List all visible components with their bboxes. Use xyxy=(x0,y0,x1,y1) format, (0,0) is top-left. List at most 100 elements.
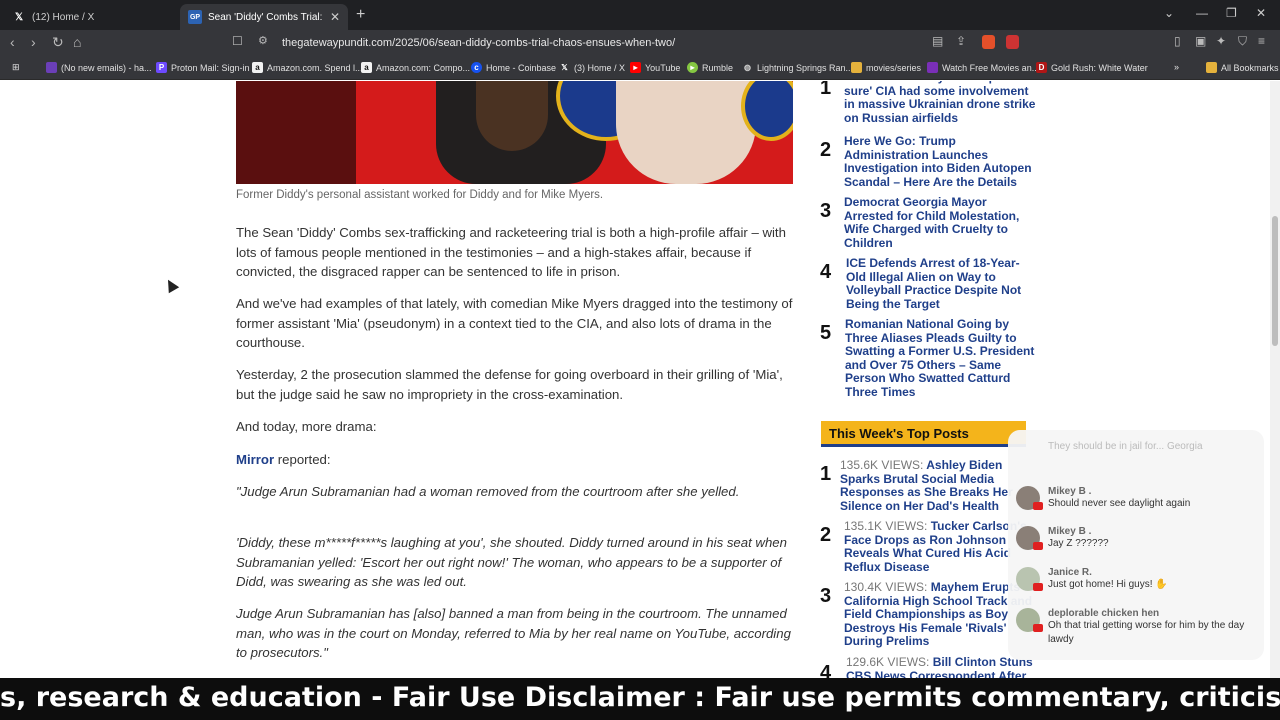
toolbar: ‹ › ↻ ⌂ ☐ ⚙ thegatewaypundit.com/2025/06… xyxy=(0,30,1280,57)
back-icon[interactable]: ‹ xyxy=(10,34,15,50)
menu-icon[interactable]: ≡ xyxy=(1258,34,1265,48)
share-icon[interactable]: ⇪ xyxy=(956,34,966,48)
leo-icon[interactable]: ✦ xyxy=(1216,34,1226,48)
tab-search-icon[interactable]: ⌄ xyxy=(1164,6,1174,20)
avatar xyxy=(1016,486,1043,510)
view-count: 129.6K VIEWS: xyxy=(846,655,930,669)
chat-author: Mikey B . xyxy=(1048,526,1092,537)
trending-link[interactable]: ICE Defends Arrest of 18-Year-Old Illega… xyxy=(846,256,1038,311)
bookmark-item[interactable]: D Gold Rush: White Water xyxy=(1036,62,1148,73)
trending-item[interactable]: 3 Democrat Georgia Mayor Arrested for Ch… xyxy=(820,195,1038,256)
close-tab-icon[interactable]: ✕ xyxy=(330,10,340,24)
bookmark-folder[interactable]: movies/series xyxy=(851,62,921,73)
youtube-icon: ▸ xyxy=(630,62,641,73)
quote-text: "Judge Arun Subramanian had a woman remo… xyxy=(236,484,740,499)
trending-number: 5 xyxy=(820,322,832,344)
trending-link[interactable]: Democrat Georgia Mayor Arrested for Chil… xyxy=(844,195,1038,250)
article-paragraph: Yesterday, 2 the prosecution slammed the… xyxy=(236,367,783,402)
trending-item[interactable]: 2 Here We Go: Trump Administration Launc… xyxy=(820,134,1038,195)
top-posts-heading: This Week's Top Posts xyxy=(821,421,1026,447)
bookmark-item[interactable]: 𝕏 (3) Home / X xyxy=(559,62,625,73)
forward-icon[interactable]: › xyxy=(31,34,36,50)
news-ticker: s, research & education - Fair Use Discl… xyxy=(0,678,1280,720)
bookmark-label: Amazon.com: Compo... xyxy=(376,62,471,73)
bookmark-label: Proton Mail: Sign-in xyxy=(171,62,250,73)
bookmark-item[interactable]: ▸ Rumble xyxy=(687,62,733,73)
minimize-button[interactable]: — xyxy=(1196,6,1208,20)
all-bookmarks[interactable]: All Bookmarks xyxy=(1206,62,1279,73)
bookmark-label: YouTube xyxy=(645,62,681,73)
chat-message: deplorable chicken hen Oh that trial gett… xyxy=(1016,608,1256,647)
reader-icon[interactable]: ▤ xyxy=(932,34,943,48)
reported-text: reported: xyxy=(274,452,331,467)
bookmark-item[interactable]: c Home - Coinbase xyxy=(471,62,556,73)
page-scrollbar[interactable] xyxy=(1270,81,1280,678)
post-number: 4 xyxy=(820,662,832,678)
rumble-icon: ▸ xyxy=(687,62,698,73)
close-window-button[interactable]: ✕ xyxy=(1256,6,1266,20)
trending-link[interactable]: Here We Go: Trump Administration Launche… xyxy=(844,134,1038,189)
new-tab-button[interactable]: + xyxy=(356,6,365,24)
scroll-thumb[interactable] xyxy=(1272,216,1278,346)
gp-icon: GP xyxy=(188,10,202,24)
chat-author: Mikey B . xyxy=(1048,486,1092,497)
top-post-item[interactable]: 1 135.6K VIEWS: Ashley Biden Sparks Brut… xyxy=(820,458,1038,519)
chat-text: Oh that trial getting worse for him by t… xyxy=(1048,620,1245,645)
view-count: 135.1K VIEWS: xyxy=(844,519,928,533)
sidebar-icon[interactable]: ▯ xyxy=(1174,34,1181,48)
bookmark-label: Gold Rush: White Water xyxy=(1051,62,1148,73)
reload-icon[interactable]: ↻ xyxy=(52,34,64,51)
folder-icon xyxy=(851,62,862,73)
bookmark-item[interactable]: Watch Free Movies an... xyxy=(927,62,1039,73)
article-paragraph: The Sean 'Diddy' Combs sex-trafficking a… xyxy=(236,225,786,279)
trending-link[interactable]: Romanian National Going by Three Aliases… xyxy=(845,317,1038,400)
trending-item[interactable]: 1 Former CIA Analyst: '100 percent sure'… xyxy=(820,81,1038,131)
chat-author: Janice R. xyxy=(1048,567,1092,578)
amazon-icon: a xyxy=(252,62,263,73)
apps-icon[interactable]: ⊞ xyxy=(12,62,20,73)
bookmark-item[interactable]: ▸ YouTube xyxy=(630,62,680,73)
restore-button[interactable]: ❐ xyxy=(1226,6,1237,20)
article-quote: 'Diddy, these m*****f*****s laughing at … xyxy=(236,533,796,592)
wallet-icon[interactable]: ▣ xyxy=(1195,34,1206,48)
top-post-item[interactable]: 2 135.1K VIEWS: Tucker Carlson's Face Dr… xyxy=(820,519,1038,580)
quote-text: 'Diddy, these m*****f*****s laughing at … xyxy=(236,535,787,589)
trending-item[interactable]: 4 ICE Defends Arrest of 18-Year-Old Ille… xyxy=(820,256,1038,317)
heading-text: This Week's Top Posts xyxy=(829,426,969,441)
amazon-icon: a xyxy=(361,62,372,73)
bookmark-item[interactable]: a Amazon.com: Compo... xyxy=(361,62,470,73)
brave-shield-icon[interactable] xyxy=(982,35,995,49)
bookmark-label: Rumble xyxy=(702,62,734,73)
bookmark-item[interactable]: (No new emails) - ha... xyxy=(46,62,152,73)
avatar xyxy=(1016,608,1043,632)
top-post-item[interactable]: 4 129.6K VIEWS: Bill Clinton Stuns CBS N… xyxy=(820,655,1038,678)
bookmark-label: Amazon.com. Spend l... xyxy=(267,62,363,73)
more-bookmarks-icon[interactable]: » xyxy=(1174,62,1179,72)
avatar xyxy=(1016,567,1043,591)
bookmark-icon[interactable]: ☐ xyxy=(232,34,243,48)
article-quote: Judge Arun Subramanian has [also] banned… xyxy=(236,604,796,663)
movies-icon xyxy=(927,62,938,73)
coinbase-icon: c xyxy=(471,62,482,73)
bookmark-item[interactable]: P Proton Mail: Sign-in xyxy=(156,62,250,73)
chat-message: Janice R. Just got home! Hi guys! ✋ xyxy=(1016,567,1256,592)
top-post-item[interactable]: 3 130.4K VIEWS: Mayhem Erupts at Califor… xyxy=(820,580,1038,661)
mirror-link[interactable]: Mirror xyxy=(236,452,274,467)
bookmark-item[interactable]: ◍ Lightning Springs Ran... xyxy=(742,62,853,73)
article-paragraph: Mirror reported: xyxy=(236,450,796,470)
browser-window: 𝕏 (12) Home / X GP Sean 'Diddy' Combs Tr… xyxy=(0,0,1280,720)
trending-link[interactable]: Former CIA Analyst: '100 percent sure' C… xyxy=(844,81,1038,125)
vpn-icon[interactable]: ⛉ xyxy=(1238,34,1247,49)
rewards-icon[interactable] xyxy=(1006,35,1019,49)
tab-article[interactable]: GP Sean 'Diddy' Combs Trial: Chaos Ens ✕ xyxy=(180,4,348,30)
address-bar[interactable]: ⚙ thegatewaypundit.com/2025/06/sean-didd… xyxy=(250,32,1030,55)
bookmark-label: Watch Free Movies an... xyxy=(942,62,1040,73)
tab-x-home[interactable]: 𝕏 (12) Home / X xyxy=(4,4,176,30)
site-info-icon[interactable]: ⚙ xyxy=(258,34,268,47)
trending-item[interactable]: 5 Romanian National Going by Three Alias… xyxy=(820,317,1038,400)
bookmark-item[interactable]: a Amazon.com. Spend l... xyxy=(252,62,363,73)
quote-text: Judge Arun Subramanian has [also] banned… xyxy=(236,606,791,660)
yahoo-icon xyxy=(46,62,57,73)
home-icon[interactable]: ⌂ xyxy=(73,34,81,50)
chat-text: Just got home! Hi guys! ✋ xyxy=(1048,579,1168,590)
